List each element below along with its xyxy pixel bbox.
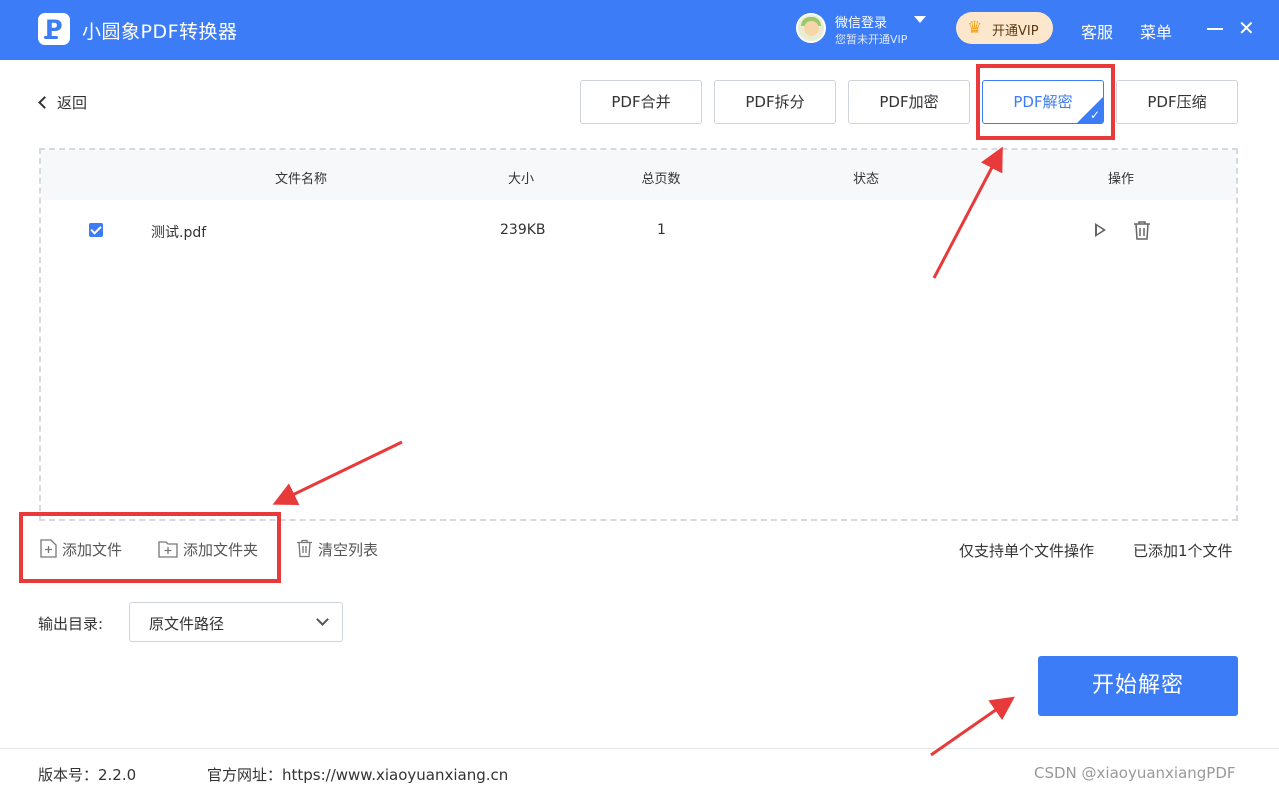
tab-pdf-encrypt[interactable]: PDF加密 [848, 80, 970, 124]
title-bar: P 小圆象PDF转换器 微信登录 您暂未开通VIP ♛ 开通VIP 客服 菜单 … [0, 0, 1279, 60]
output-dir-select[interactable]: 原文件路径 [129, 602, 343, 642]
avatar[interactable] [796, 13, 826, 43]
column-header-pages: 总页数 [641, 172, 681, 187]
footer-divider [0, 748, 1279, 749]
output-dir-label: 输出目录: [38, 615, 104, 633]
clear-list-icon [297, 539, 312, 558]
open-vip-label: 开通VIP [992, 24, 1039, 39]
vip-status-text: 您暂未开通VIP [835, 33, 908, 46]
clear-list-button[interactable]: 清空列表 [296, 539, 378, 560]
menu-link[interactable]: 菜单 [1140, 19, 1172, 43]
chevron-down-icon[interactable] [914, 16, 926, 23]
chevron-down-icon [316, 613, 329, 626]
clear-list-label: 清空列表 [318, 541, 379, 559]
customer-service-link[interactable]: 客服 [1081, 19, 1113, 43]
close-icon[interactable]: ✕ [1238, 18, 1255, 38]
trash-icon[interactable] [1133, 220, 1151, 240]
annotation-arrow-start-button [930, 696, 1015, 757]
column-header-name: 文件名称 [274, 172, 328, 187]
file-size: 239KB [500, 222, 546, 238]
file-count: 已添加1个文件 [1133, 542, 1233, 560]
crown-icon: ♛ [967, 18, 983, 38]
annotation-box-decrypt-tab [976, 64, 1115, 140]
annotation-box-add-actions [19, 512, 281, 583]
watermark: CSDN @xiaoyuanxiangPDF [1034, 764, 1236, 782]
version-text: 版本号：2.2.0 [38, 766, 137, 784]
logo-icon: P [38, 13, 70, 45]
website-link[interactable]: 官方网址：https://www.xiaoyuanxiang.cn [207, 764, 508, 785]
minimize-icon[interactable] [1207, 28, 1223, 30]
wechat-login-link[interactable]: 微信登录 [835, 12, 887, 31]
back-label: 返回 [57, 94, 88, 112]
tab-pdf-split[interactable]: PDF拆分 [714, 80, 836, 124]
row-checkbox[interactable] [89, 223, 103, 237]
chevron-left-icon [38, 96, 51, 109]
play-icon[interactable] [1095, 223, 1106, 237]
app-title: 小圆象PDF转换器 [82, 21, 238, 43]
output-dir-value: 原文件路径 [149, 615, 225, 633]
file-drop-area[interactable]: 文件名称 大小 总页数 状态 操作 测试.pdf 239KB 1 [39, 148, 1238, 521]
tab-pdf-merge[interactable]: PDF合并 [580, 80, 702, 124]
table-header: 文件名称 大小 总页数 状态 操作 [41, 150, 1236, 200]
start-decrypt-button[interactable]: 开始解密 [1038, 656, 1238, 716]
file-name: 测试.pdf [151, 225, 207, 241]
column-header-actions: 操作 [1107, 172, 1135, 187]
open-vip-button[interactable]: ♛ 开通VIP [956, 12, 1053, 44]
single-file-notice: 仅支持单个文件操作 [959, 542, 1095, 560]
back-button[interactable]: 返回 [38, 92, 88, 113]
column-header-size: 大小 [507, 172, 535, 187]
tab-pdf-compress[interactable]: PDF压缩 [1116, 80, 1238, 124]
column-header-status: 状态 [852, 172, 880, 187]
file-pages: 1 [657, 222, 666, 238]
table-row: 测试.pdf 239KB 1 [41, 208, 1236, 252]
